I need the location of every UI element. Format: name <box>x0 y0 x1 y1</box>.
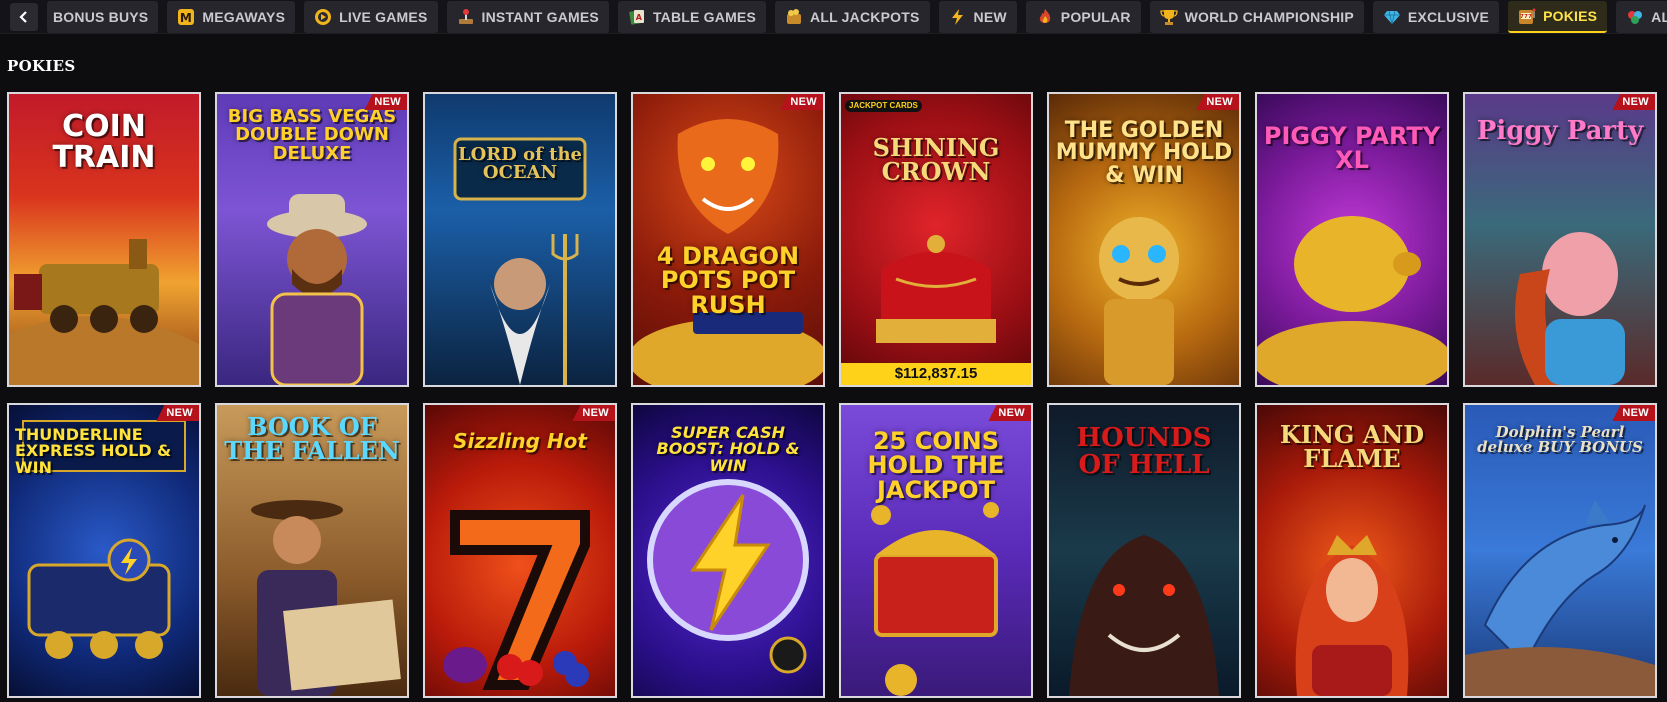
tab-label: LIVE GAMES <box>339 8 428 25</box>
game-tile-piggy-party[interactable]: Piggy Party NEW <box>1463 92 1657 387</box>
tab-label: ALL GAMES <box>1651 8 1667 25</box>
jackpot-icon <box>785 8 803 26</box>
game-tile-thunderline-express[interactable]: THUNDERLINE EXPRESS HOLD & WIN NEW <box>7 403 201 698</box>
game-title: 25 COINS HOLD THE JACKPOT <box>867 427 1005 504</box>
diamond-icon <box>1383 8 1401 26</box>
tab-all-games[interactable]: ALL GAMES <box>1616 0 1667 33</box>
game-title: BIG BASS VEGAS DOUBLE DOWN DELUXE <box>227 106 397 164</box>
svg-text:777: 777 <box>1520 14 1532 20</box>
tab-bonus-buys[interactable]: BONUS BUYS <box>47 0 159 33</box>
megaways-icon: M <box>177 8 195 26</box>
game-title: THUNDERLINE EXPRESS HOLD & WIN <box>15 425 172 477</box>
section-title: POKIES <box>7 57 76 75</box>
game-tile-dolphins-pearl[interactable]: Dolphin's Pearl deluxe BUY BONUS NEW <box>1463 403 1657 698</box>
gems-icon <box>1626 8 1644 26</box>
game-title: HOUNDS OF HELL <box>1076 423 1212 480</box>
poseidon-illustration <box>453 137 587 385</box>
tab-label: POKIES <box>1543 7 1598 24</box>
game-tile-25-coins[interactable]: 25 COINS HOLD THE JACKPOT NEW <box>839 403 1033 698</box>
svg-text:M: M <box>180 11 192 25</box>
game-tile-king-and-flame[interactable]: KING AND FLAME <box>1255 403 1449 698</box>
game-tile-sizzling-hot[interactable]: Sizzling Hot NEW <box>423 403 617 698</box>
tab-label: TABLE GAMES <box>652 8 757 25</box>
game-title: Piggy Party <box>1476 116 1644 146</box>
game-tile-big-bass-vegas[interactable]: BIG BASS VEGAS DOUBLE DOWN DELUXE NEW <box>215 92 409 387</box>
game-tile-super-cash-boost[interactable]: SUPER CASH BOOST: HOLD & WIN <box>631 403 825 698</box>
game-tile-coin-train[interactable]: COIN TRAIN <box>7 92 201 387</box>
tab-label: WORLD CHAMPIONSHIP <box>1184 8 1354 25</box>
game-title: COIN TRAIN <box>52 109 156 175</box>
svg-text:A: A <box>636 13 643 22</box>
table-games-icon: A <box>628 8 646 26</box>
fire-icon <box>1036 8 1054 26</box>
game-title: BOOK OF THE FALLEN <box>224 412 400 466</box>
tab-label: INSTANT GAMES <box>481 8 599 25</box>
tab-label: EXCLUSIVE <box>1407 8 1490 25</box>
chevron-left-icon <box>19 10 27 23</box>
game-title: SHINING CROWN <box>872 133 1000 187</box>
game-title: 4 DRAGON POTS POT RUSH <box>656 242 800 319</box>
game-title: KING AND FLAME <box>1279 420 1425 474</box>
category-nav: BONUS BUYS M MEGAWAYS LIVE GAMES INSTANT… <box>0 0 1667 34</box>
jackpot-cards-tag: JACKPOT CARDS <box>845 100 922 112</box>
game-title: LORD of the OCEAN <box>457 144 583 184</box>
game-title: Sizzling Hot <box>453 429 587 453</box>
tab-all-jackpots[interactable]: ALL JACKPOTS <box>775 0 930 33</box>
tab-label: BONUS BUYS <box>53 8 149 25</box>
game-title: Dolphin's Pearl deluxe BUY BONUS <box>1477 423 1643 457</box>
tab-table-games[interactable]: A TABLE GAMES <box>617 0 767 33</box>
game-tile-piggy-party-xl[interactable]: PIGGY PARTY XL <box>1255 92 1449 387</box>
tab-pokies[interactable]: 777 POKIES <box>1508 0 1608 33</box>
instant-games-icon <box>457 8 475 26</box>
tab-megaways[interactable]: M MEGAWAYS <box>167 0 296 33</box>
slot-machine-icon: 777 <box>1518 7 1536 25</box>
game-tile-4-dragon-pots[interactable]: 4 DRAGON POTS POT RUSH NEW <box>631 92 825 387</box>
tab-world-championship[interactable]: WORLD CHAMPIONSHIP <box>1149 0 1364 33</box>
game-tile-golden-mummy[interactable]: THE GOLDEN MUMMY HOLD & WIN NEW <box>1047 92 1241 387</box>
game-title: THE GOLDEN MUMMY HOLD & WIN <box>1055 118 1233 188</box>
lightning-icon <box>949 8 967 26</box>
tab-instant-games[interactable]: INSTANT GAMES <box>446 0 609 33</box>
game-tile-hounds-of-hell[interactable]: HOUNDS OF HELL <box>1047 403 1241 698</box>
game-grid: COIN TRAIN BIG BASS VEGAS DOUBLE DOWN DE… <box>7 92 1657 698</box>
tab-live-games[interactable]: LIVE GAMES <box>304 0 438 33</box>
game-title: SUPER CASH BOOST: HOLD & WIN <box>656 423 800 475</box>
game-title: PIGGY PARTY XL <box>1263 122 1441 175</box>
dragon-illustration <box>633 119 823 385</box>
tab-popular[interactable]: POPULAR <box>1025 0 1141 33</box>
game-tile-lord-of-the-ocean[interactable]: LORD of the OCEAN <box>423 92 617 387</box>
scroll-back-button[interactable] <box>10 2 38 31</box>
jackpot-amount: $112,837.15 <box>841 363 1031 385</box>
tab-label: POPULAR <box>1060 8 1131 25</box>
live-games-icon <box>314 8 332 26</box>
game-tile-shining-crown[interactable]: JACKPOT CARDS SHINING CROWN $112,837.15 <box>839 92 1033 387</box>
tab-exclusive[interactable]: EXCLUSIVE <box>1372 0 1500 33</box>
game-tile-book-of-the-fallen[interactable]: BOOK OF THE FALLEN <box>215 403 409 698</box>
tab-label: ALL JACKPOTS <box>810 8 920 25</box>
tab-new[interactable]: NEW <box>938 0 1017 33</box>
tab-label: MEGAWAYS <box>202 8 286 25</box>
tab-label: NEW <box>973 8 1007 25</box>
trophy-icon <box>1159 8 1178 26</box>
